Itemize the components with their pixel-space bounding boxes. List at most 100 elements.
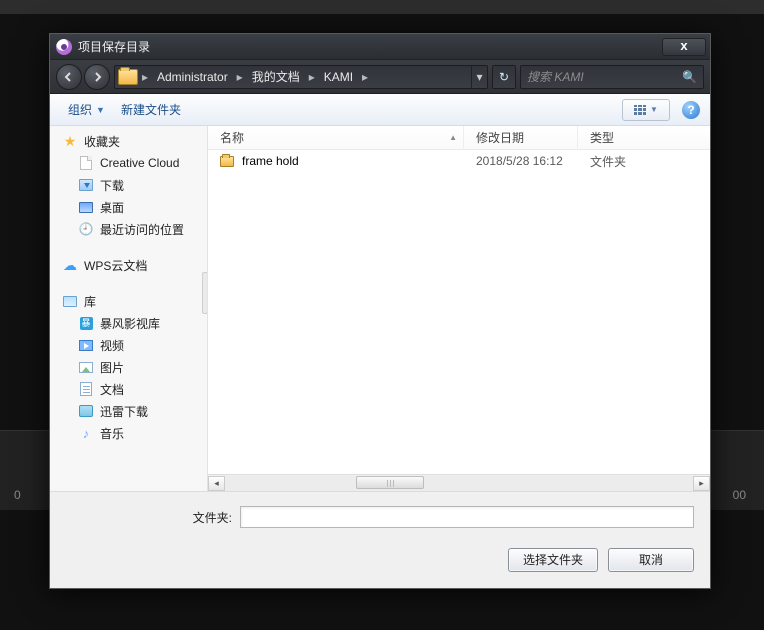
forward-button[interactable] — [84, 64, 110, 90]
help-icon: ? — [687, 103, 694, 117]
horizontal-scrollbar[interactable]: ◂ ▸ — [208, 474, 710, 491]
breadcrumb-seg[interactable]: KAMI — [316, 66, 361, 88]
file-rows[interactable]: frame hold 2018/5/28 16:12 文件夹 — [208, 150, 710, 474]
bg-number-left: 0 — [14, 488, 21, 502]
search-input[interactable]: 搜索 KAMI 🔍 — [520, 65, 704, 89]
chevron-right-icon: ▸ — [141, 70, 149, 84]
documents-icon — [80, 382, 92, 396]
scroll-track[interactable] — [225, 476, 693, 491]
column-headers: 名称 ▲ 修改日期 类型 — [208, 126, 710, 150]
chevron-right-icon: ▸ — [236, 70, 244, 84]
scroll-thumb[interactable] — [356, 476, 424, 489]
xunlei-icon — [79, 405, 93, 417]
folder-icon — [220, 156, 234, 167]
scroll-right-button[interactable]: ▸ — [693, 476, 710, 491]
file-row[interactable]: frame hold 2018/5/28 16:12 文件夹 — [208, 150, 710, 172]
star-icon: ★ — [62, 133, 78, 149]
baofeng-icon: 暴 — [80, 317, 93, 330]
arrow-left-icon — [63, 71, 75, 83]
search-placeholder: 搜索 KAMI — [527, 68, 682, 85]
breadcrumb-seg[interactable]: Administrator — [149, 66, 236, 88]
tree-label: 暴风影视库 — [100, 315, 160, 332]
titlebar[interactable]: 项目保存目录 x — [50, 34, 710, 60]
col-label: 类型 — [590, 131, 614, 145]
tree-label: 音乐 — [100, 425, 124, 442]
view-options-button[interactable]: ▼ — [622, 99, 670, 121]
folder-field-label: 文件夹: — [66, 509, 232, 526]
tree-item-videos[interactable]: 视频 — [52, 334, 207, 356]
tree-label: 最近访问的位置 — [100, 221, 184, 238]
new-folder-label: 新建文件夹 — [121, 101, 181, 118]
new-folder-button[interactable]: 新建文件夹 — [113, 97, 189, 122]
breadcrumb-dropdown[interactable]: ▾ — [471, 66, 487, 88]
tree-label: Creative Cloud — [100, 156, 179, 170]
tree-item-xunlei[interactable]: 迅雷下载 — [52, 400, 207, 422]
col-modified[interactable]: 修改日期 — [464, 126, 578, 150]
back-button[interactable] — [56, 64, 82, 90]
scroll-left-button[interactable]: ◂ — [208, 476, 225, 491]
tree-label: 下载 — [100, 177, 124, 194]
tree-label: 收藏夹 — [84, 133, 120, 150]
music-icon: ♪ — [78, 425, 94, 441]
file-modified: 2018/5/28 16:12 — [464, 154, 578, 168]
select-folder-button[interactable]: 选择文件夹 — [508, 548, 598, 572]
tree-item-pictures[interactable]: 图片 — [52, 356, 207, 378]
nav-tree[interactable]: ★ 收藏夹 Creative Cloud 下载 桌面 🕘 最近访问的位置 ☁ — [50, 126, 208, 491]
sort-caret-icon: ▲ — [449, 126, 457, 150]
tree-item-desktop[interactable]: 桌面 — [52, 196, 207, 218]
tree-favorites[interactable]: ★ 收藏夹 — [52, 130, 207, 152]
tree-item-downloads[interactable]: 下载 — [52, 174, 207, 196]
close-button[interactable]: x — [662, 38, 706, 56]
tree-wps[interactable]: ☁ WPS云文档 — [52, 254, 207, 276]
refresh-button[interactable]: ↻ — [492, 65, 516, 89]
toolbar: 组织 ▼ 新建文件夹 ▼ ? — [50, 94, 710, 126]
bg-top-strip — [0, 0, 764, 14]
video-icon — [79, 340, 93, 351]
chevron-right-icon: ▸ — [361, 70, 369, 84]
file-name: frame hold — [242, 154, 299, 168]
cloud-icon: ☁ — [62, 257, 78, 273]
downloads-icon — [79, 179, 93, 191]
folder-icon — [118, 69, 138, 85]
libraries-icon — [63, 296, 77, 307]
chevron-down-icon: ▼ — [650, 105, 658, 114]
organize-label: 组织 — [68, 101, 92, 118]
arrow-right-icon — [91, 71, 103, 83]
recent-icon: 🕘 — [78, 221, 94, 237]
tree-item-baofeng[interactable]: 暴 暴风影视库 — [52, 312, 207, 334]
file-list-pane: 名称 ▲ 修改日期 类型 frame hold 2018/5/28 16:12 — [208, 126, 710, 491]
chevron-right-icon: ▸ — [308, 70, 316, 84]
col-name[interactable]: 名称 ▲ — [208, 126, 464, 150]
tree-label: 迅雷下载 — [100, 403, 148, 420]
tree-label: 桌面 — [100, 199, 124, 216]
view-grid-icon — [634, 105, 646, 115]
tree-label: WPS云文档 — [84, 257, 147, 274]
organize-menu[interactable]: 组织 ▼ — [60, 97, 113, 122]
cancel-button[interactable]: 取消 — [608, 548, 694, 572]
tree-item-creative-cloud[interactable]: Creative Cloud — [52, 152, 207, 174]
folder-field[interactable] — [240, 506, 694, 528]
tree-label: 文档 — [100, 381, 124, 398]
dialog-footer: 文件夹: 选择文件夹 取消 — [50, 491, 710, 588]
bg-number-right: 00 — [733, 488, 746, 502]
refresh-icon: ↻ — [499, 70, 509, 84]
col-label: 修改日期 — [476, 131, 524, 145]
page-icon — [80, 156, 92, 170]
folder-picker-dialog: 项目保存目录 x ▸ Administrator ▸ 我的文档 ▸ KAMI ▸… — [49, 33, 711, 589]
breadcrumb-seg[interactable]: 我的文档 — [244, 66, 308, 88]
breadcrumb[interactable]: ▸ Administrator ▸ 我的文档 ▸ KAMI ▸ ▾ — [114, 65, 488, 89]
dialog-body: ★ 收藏夹 Creative Cloud 下载 桌面 🕘 最近访问的位置 ☁ — [50, 126, 710, 491]
col-type[interactable]: 类型 — [578, 126, 710, 150]
tree-item-music[interactable]: ♪ 音乐 — [52, 422, 207, 444]
search-icon: 🔍 — [682, 70, 697, 84]
col-label: 名称 — [220, 126, 244, 150]
tree-item-documents[interactable]: 文档 — [52, 378, 207, 400]
pictures-icon — [79, 362, 93, 373]
app-icon — [56, 39, 72, 55]
help-button[interactable]: ? — [682, 101, 700, 119]
tree-item-recent[interactable]: 🕘 最近访问的位置 — [52, 218, 207, 240]
dialog-title: 项目保存目录 — [78, 38, 150, 55]
tree-label: 图片 — [100, 359, 124, 376]
chevron-down-icon: ▼ — [96, 105, 105, 115]
tree-libraries[interactable]: 库 — [52, 290, 207, 312]
